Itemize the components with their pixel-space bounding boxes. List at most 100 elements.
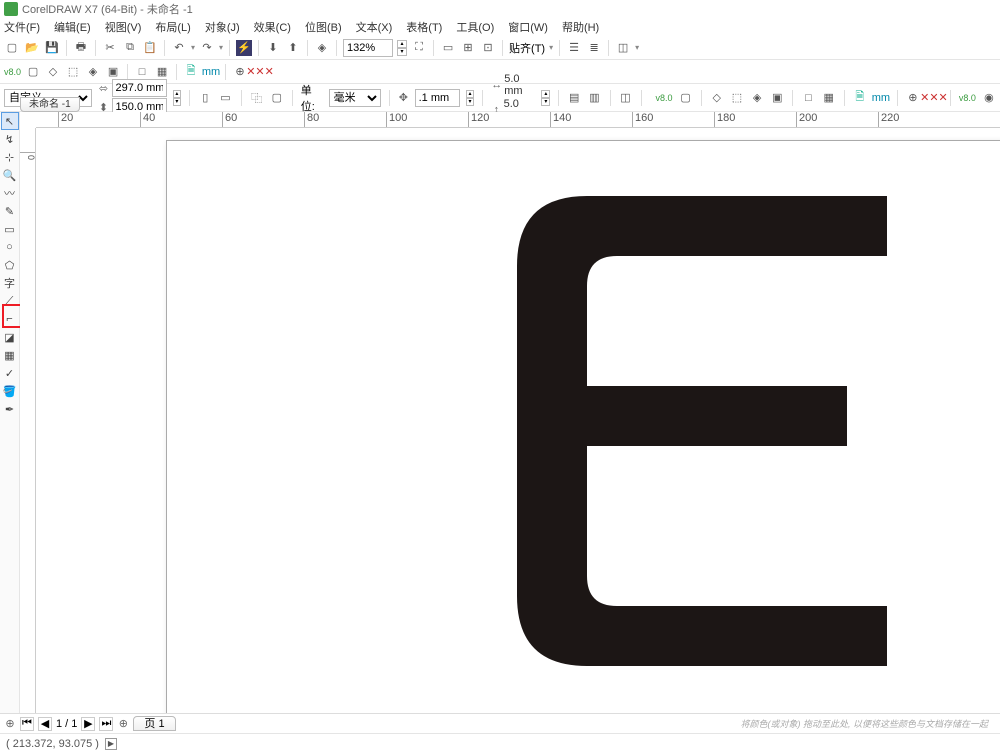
- options-icon[interactable]: ☰: [566, 40, 582, 56]
- prop-icon-1[interactable]: ▤: [567, 90, 581, 106]
- ext-icon-8[interactable]: ⊕: [906, 90, 920, 106]
- menu-text[interactable]: 文本(X): [356, 19, 393, 35]
- macro-mm-icon[interactable]: mm: [203, 64, 219, 80]
- artistic-media-icon[interactable]: ✎: [1, 202, 19, 220]
- prev-page-icon[interactable]: ◀: [38, 717, 52, 731]
- letter-e-shape[interactable]: [517, 196, 887, 666]
- add-page-after-icon[interactable]: ⊕: [117, 718, 129, 730]
- redo-dropdown-icon[interactable]: ▾: [219, 43, 223, 52]
- undo-icon[interactable]: ↶: [171, 40, 187, 56]
- menu-file[interactable]: 文件(F): [4, 19, 40, 35]
- ext-mm-icon[interactable]: mm: [873, 90, 889, 106]
- page-width-input[interactable]: [112, 79, 167, 97]
- macro-icon-3[interactable]: ⬚: [65, 64, 81, 80]
- export-icon[interactable]: ⬆: [285, 40, 301, 56]
- macro-icon-2[interactable]: ◇: [45, 64, 61, 80]
- portrait-icon[interactable]: ▯: [198, 90, 212, 106]
- zoom-input[interactable]: [343, 39, 393, 57]
- eyedropper-icon[interactable]: ✓: [1, 364, 19, 382]
- fullscreen-icon[interactable]: ⛶: [411, 40, 427, 56]
- menu-tools[interactable]: 工具(O): [456, 19, 494, 35]
- units-select[interactable]: 毫米: [329, 89, 382, 107]
- text-tool-icon[interactable]: 字: [1, 274, 19, 292]
- ext-icon-4[interactable]: ◈: [750, 90, 764, 106]
- drop-shadow-icon[interactable]: ◪: [1, 328, 19, 346]
- menu-bitmap[interactable]: 位图(B): [305, 19, 342, 35]
- transparency-icon[interactable]: ▦: [1, 346, 19, 364]
- last-page-icon[interactable]: ⏭: [99, 717, 113, 731]
- macro-icon-7[interactable]: ▦: [154, 64, 170, 80]
- snap-dropdown-icon[interactable]: ▾: [549, 43, 553, 52]
- ext-icon-2[interactable]: ◇: [710, 90, 724, 106]
- play-icon[interactable]: ▶: [105, 738, 117, 750]
- outline-tool-icon[interactable]: ✒: [1, 400, 19, 418]
- horizontal-ruler[interactable]: 020406080100120140160180200220: [36, 112, 1000, 128]
- zoom-tool-icon[interactable]: 🔍: [1, 166, 19, 184]
- macro-icon-1[interactable]: ▢: [25, 64, 41, 80]
- nudge-input[interactable]: [415, 89, 460, 107]
- macro-icon-5[interactable]: ▣: [105, 64, 121, 80]
- ext-icon-3[interactable]: ⬚: [730, 90, 744, 106]
- undo-dropdown-icon[interactable]: ▾: [191, 43, 195, 52]
- add-page-icon[interactable]: ⊕: [4, 718, 16, 730]
- show-grid-icon[interactable]: ⊞: [460, 40, 476, 56]
- menu-layout[interactable]: 布局(L): [155, 19, 190, 35]
- page-canvas[interactable]: [166, 140, 1000, 713]
- fill-tool-icon[interactable]: 🪣: [1, 382, 19, 400]
- pick-tool-icon[interactable]: ↖: [1, 112, 19, 130]
- menu-edit[interactable]: 编辑(E): [54, 19, 91, 35]
- paste-icon[interactable]: 📋: [142, 40, 158, 56]
- show-rulers-icon[interactable]: ▭: [440, 40, 456, 56]
- menu-effect[interactable]: 效果(C): [254, 19, 291, 35]
- canvas-area[interactable]: [36, 128, 1000, 713]
- import-icon[interactable]: ⬇: [265, 40, 281, 56]
- search-content-icon[interactable]: ⚡: [236, 40, 252, 56]
- dup-spinner[interactable]: ▴▾: [541, 90, 550, 106]
- macro-icon-4[interactable]: ◈: [85, 64, 101, 80]
- freehand-tool-icon[interactable]: 〰: [1, 184, 19, 202]
- macro-doc-icon[interactable]: 🗎: [183, 64, 199, 80]
- page-tab[interactable]: 页 1: [133, 716, 175, 731]
- first-page-icon[interactable]: ⏮: [20, 717, 34, 731]
- prop-icon-3[interactable]: ◫: [618, 90, 632, 106]
- current-page-icon[interactable]: ▢: [270, 90, 284, 106]
- app-launcher-icon[interactable]: ◫: [615, 40, 631, 56]
- document-tab[interactable]: 未命名 -1: [20, 97, 80, 112]
- ext-icon-9[interactable]: ◉: [982, 90, 996, 106]
- copy-icon[interactable]: ⧉: [122, 40, 138, 56]
- ext-doc-icon[interactable]: 🗎: [853, 90, 867, 106]
- ellipse-tool-icon[interactable]: ○: [1, 238, 19, 256]
- redo-icon[interactable]: ↷: [199, 40, 215, 56]
- next-page-icon[interactable]: ▶: [81, 717, 95, 731]
- nudge-spinner[interactable]: ▴▾: [466, 90, 475, 106]
- macro-xxx-icon[interactable]: ✕✕✕: [252, 64, 268, 80]
- print-icon[interactable]: 🖶: [73, 40, 89, 56]
- snap-button[interactable]: 贴齐(T): [509, 40, 545, 56]
- rectangle-tool-icon[interactable]: ▭: [1, 220, 19, 238]
- ext-icon-1[interactable]: ▢: [678, 90, 692, 106]
- ext-icon-6[interactable]: □: [801, 90, 815, 106]
- polygon-tool-icon[interactable]: ⬠: [1, 256, 19, 274]
- cut-icon[interactable]: ✂: [102, 40, 118, 56]
- shape-tool-icon[interactable]: ↯: [1, 130, 19, 148]
- menu-object[interactable]: 对象(J): [205, 19, 240, 35]
- launch-icon[interactable]: ≣: [586, 40, 602, 56]
- crop-tool-icon[interactable]: ⊹: [1, 148, 19, 166]
- parallel-dim-icon[interactable]: ⟋: [1, 292, 19, 310]
- all-pages-icon[interactable]: ⿻: [249, 90, 263, 106]
- save-icon[interactable]: 💾: [44, 40, 60, 56]
- size-spinner[interactable]: ▴▾: [173, 90, 182, 106]
- ext-icon-7[interactable]: ▦: [822, 90, 836, 106]
- new-icon[interactable]: ▢: [4, 40, 20, 56]
- connector-tool-icon[interactable]: ⌐: [1, 310, 19, 328]
- publish-pdf-icon[interactable]: ◈: [314, 40, 330, 56]
- menu-help[interactable]: 帮助(H): [562, 19, 599, 35]
- app-dropdown-icon[interactable]: ▾: [635, 43, 639, 52]
- menu-window[interactable]: 窗口(W): [508, 19, 548, 35]
- landscape-icon[interactable]: ▭: [218, 90, 232, 106]
- vertical-ruler[interactable]: 0: [20, 128, 36, 713]
- macro-icon-6[interactable]: □: [134, 64, 150, 80]
- menu-table[interactable]: 表格(T): [406, 19, 442, 35]
- show-guides-icon[interactable]: ⊡: [480, 40, 496, 56]
- prop-icon-2[interactable]: ▥: [587, 90, 601, 106]
